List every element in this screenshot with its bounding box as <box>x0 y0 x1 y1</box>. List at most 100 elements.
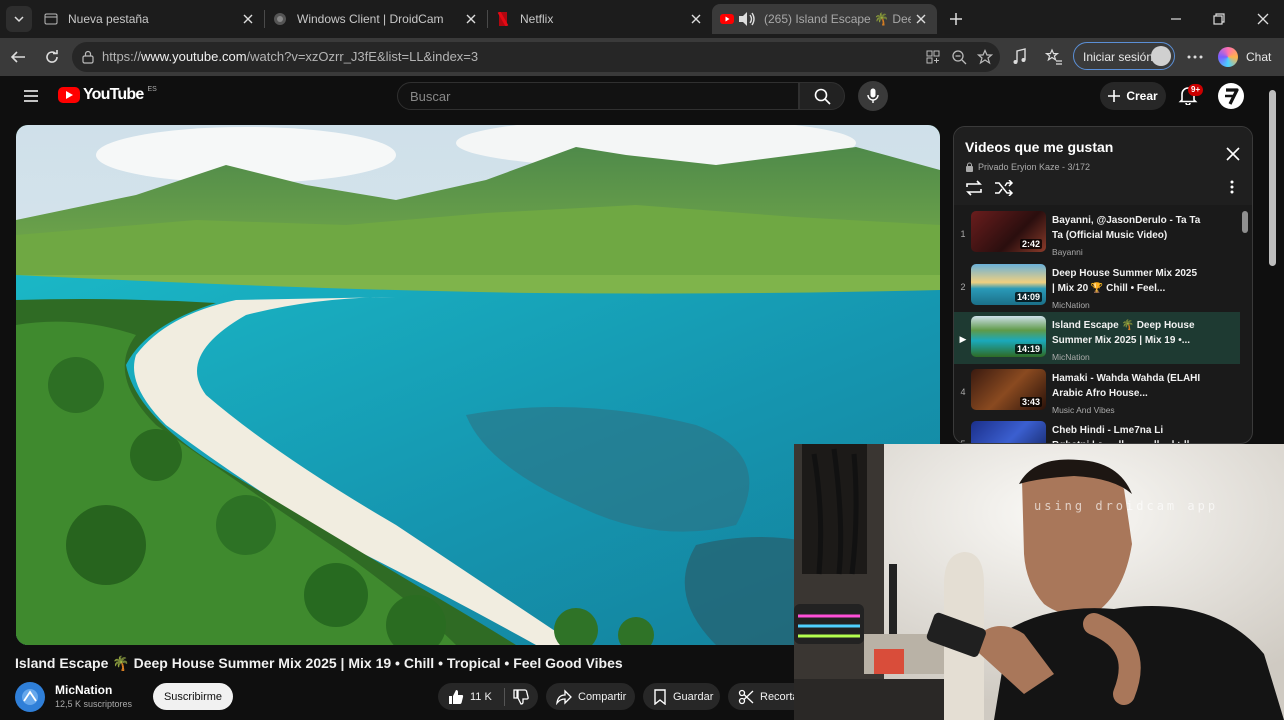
playlist-item-current[interactable]: ▶ 14:19 Island Escape 🌴 Deep House Summe… <box>954 312 1240 364</box>
profile-avatar-icon <box>1151 46 1171 66</box>
new-tab-button[interactable] <box>944 8 968 30</box>
address-bar[interactable]: https://www.youtube.com/watch?v=xzOzrr_J… <box>72 42 1000 72</box>
save-button[interactable]: Guardar <box>643 683 720 710</box>
favorites-star-list-icon <box>1045 48 1062 65</box>
playlist-item-thumbnail[interactable] <box>971 421 1046 443</box>
playlist-header: Videos que me gustan Privado Eryion Kaze… <box>954 127 1252 205</box>
youtube-icon <box>720 14 734 24</box>
new-tab-page-icon <box>44 13 58 25</box>
copilot-chat-button[interactable]: Chat <box>1218 45 1271 69</box>
sign-in-button[interactable]: Iniciar sesión <box>1073 42 1175 70</box>
more-vertical-icon <box>1230 180 1234 194</box>
microphone-icon <box>867 88 879 103</box>
back-button[interactable] <box>6 45 30 69</box>
plus-icon <box>1108 90 1121 102</box>
playlist-item-channel: MicNation <box>1052 300 1090 310</box>
restore-window-button[interactable] <box>1204 8 1234 30</box>
browser-tab-droidcam[interactable]: Windows Client | DroidCam <box>265 4 487 34</box>
playlist-item[interactable]: 5 Cheb Hindi - Lme7na Li Bghatni | الشاب… <box>954 417 1240 443</box>
page-scrollbar[interactable] <box>1269 90 1276 266</box>
tab-close-button[interactable] <box>911 9 931 29</box>
browser-tab-netflix[interactable]: Netflix <box>488 4 712 34</box>
loop-playlist-button[interactable] <box>964 180 984 196</box>
search-box[interactable] <box>397 82 799 110</box>
playlist-item-title[interactable]: Deep House Summer Mix 2025 | Mix 20 🏆 Ch… <box>1052 266 1202 296</box>
playlist-item-title[interactable]: Bayanni, @JasonDerulo - Ta Ta Ta (Offici… <box>1052 213 1202 243</box>
close-icon <box>466 14 476 24</box>
account-avatar-button[interactable] <box>1218 83 1244 109</box>
playlist-title[interactable]: Videos que me gustan <box>965 139 1113 155</box>
playlist-item-channel: Bayanni <box>1052 247 1083 257</box>
reload-button[interactable] <box>40 45 64 69</box>
share-button[interactable]: Compartir <box>546 683 635 710</box>
playlist-more-button[interactable] <box>1230 180 1234 194</box>
url-scheme: https:// <box>102 49 142 64</box>
search-input[interactable] <box>408 88 792 105</box>
playlist-item-title[interactable]: Island Escape 🌴 Deep House Summer Mix 20… <box>1052 318 1202 348</box>
playlist-subtitle: Privado Eryion Kaze - 3/172 <box>965 162 1090 172</box>
sign-in-label: Iniciar sesión <box>1083 50 1154 64</box>
playlist-item-title[interactable]: Cheb Hindi - Lme7na Li Bghatni | الشاب ا… <box>1052 423 1202 443</box>
browser-tab-new-tab[interactable]: Nueva pestaña <box>36 4 264 34</box>
settings-more-button[interactable] <box>1183 45 1207 69</box>
playlist-item-thumbnail[interactable]: 3:43 <box>971 369 1046 410</box>
star-favorite-icon[interactable] <box>977 49 993 65</box>
subscribe-button[interactable]: Suscribirme <box>153 683 233 710</box>
favorites-button[interactable] <box>1042 45 1066 69</box>
extensions-button[interactable] <box>1008 45 1032 69</box>
guide-menu-button[interactable] <box>23 89 39 103</box>
browser-tab-strip: Nueva pestaña Windows Client | DroidCam … <box>0 0 1284 38</box>
close-playlist-button[interactable] <box>1226 147 1242 163</box>
channel-avatar[interactable] <box>15 682 45 712</box>
playlist-item[interactable]: 4 3:43 Hamaki - Wahda Wahda (ELAHI Arabi… <box>954 365 1240 417</box>
loop-icon <box>966 180 982 196</box>
tab-close-button[interactable] <box>238 9 258 29</box>
tab-close-button[interactable] <box>461 9 481 29</box>
close-window-button[interactable] <box>1248 8 1278 30</box>
minimize-window-button[interactable] <box>1161 8 1191 30</box>
speaker-audio-icon[interactable] <box>738 11 756 27</box>
notification-count-badge: 9+ <box>1188 84 1204 96</box>
channel-name[interactable]: MicNation <box>55 683 112 697</box>
tab-title: (265) Island Escape 🌴 Deep H <box>764 12 911 26</box>
search-button[interactable] <box>799 82 845 110</box>
playlist-item-channel: MicNation <box>1052 352 1090 362</box>
thumbs-down-icon <box>513 688 529 705</box>
playlist-scrollbar[interactable] <box>1242 211 1248 233</box>
like-count: 11 K <box>470 690 492 703</box>
playlist-item-thumbnail[interactable]: 2:42 <box>971 211 1046 252</box>
minimize-icon <box>1171 18 1181 20</box>
video-duration: 14:19 <box>1014 344 1042 354</box>
playlist-panel: Videos que me gustan Privado Eryion Kaze… <box>953 126 1253 444</box>
like-button[interactable]: 11 K <box>438 683 492 710</box>
zoom-icon[interactable] <box>951 49 967 65</box>
dislike-button[interactable] <box>505 688 535 705</box>
youtube-masthead: YouTube ES Crear <box>0 76 1266 118</box>
youtube-logo[interactable]: YouTube ES <box>58 86 157 104</box>
subscriber-count: 12,5 K suscriptores <box>55 699 133 709</box>
droidcam-icon <box>274 13 286 25</box>
shuffle-playlist-button[interactable] <box>994 180 1014 196</box>
lock-icon <box>966 162 973 172</box>
search-icon <box>814 88 831 105</box>
browser-tab-youtube-active[interactable]: (265) Island Escape 🌴 Deep H <box>712 4 937 34</box>
droidcam-watermark: using droidcam app <box>1034 499 1219 513</box>
url-text[interactable]: https://www.youtube.com/watch?v=xzOzrr_J… <box>102 49 478 64</box>
more-horizontal-icon <box>1187 55 1203 59</box>
account-avatar-icon <box>1219 84 1243 108</box>
region-code: ES <box>147 85 157 93</box>
playlist-item[interactable]: 1 2:42 Bayanni, @JasonDerulo - Ta Ta Ta … <box>954 207 1240 259</box>
playlist-item-title[interactable]: Hamaki - Wahda Wahda (ELAHI Arabic Afro … <box>1052 371 1202 401</box>
create-button[interactable]: Crear <box>1100 82 1166 110</box>
now-playing-indicator: ▶ <box>959 334 967 344</box>
site-info-icon[interactable] <box>81 50 95 64</box>
webcam-overlay: using droidcam app <box>794 444 1284 720</box>
playlist-item-thumbnail[interactable]: 14:09 <box>971 264 1046 305</box>
tab-actions-menu-button[interactable] <box>6 6 32 32</box>
voice-search-button[interactable] <box>858 81 888 111</box>
playlist-item-thumbnail[interactable]: 14:19 <box>971 316 1046 357</box>
playlist-item[interactable]: 2 14:09 Deep House Summer Mix 2025 | Mix… <box>954 260 1240 312</box>
tab-close-button[interactable] <box>686 9 706 29</box>
chevron-down-icon <box>14 16 24 23</box>
app-available-icon[interactable] <box>925 49 941 65</box>
